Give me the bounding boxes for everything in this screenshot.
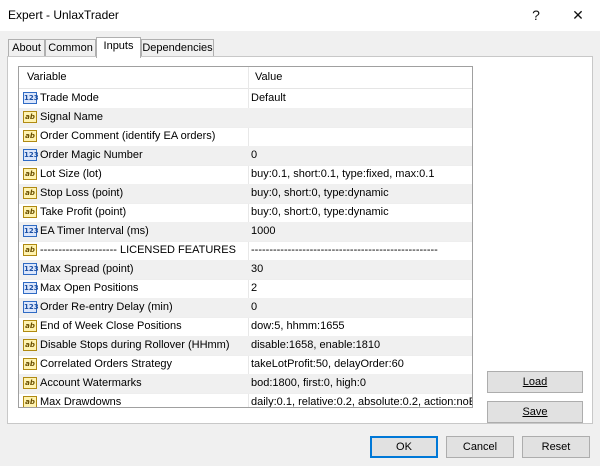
reset-button[interactable]: Reset: [522, 436, 590, 458]
table-row[interactable]: ab --------------------- LICENSED FEATURE…: [19, 241, 472, 261]
tab-common[interactable]: Common: [45, 39, 96, 57]
value-cell[interactable]: buy:0, short:0, type:dynamic: [251, 187, 389, 199]
variable-cell: Max Open Positions: [40, 282, 139, 294]
title-bar: Expert - UnlaxTrader ? ✕: [0, 0, 600, 31]
numeric-type-icon: 123: [23, 282, 39, 294]
variable-cell: End of Week Close Positions: [40, 320, 182, 332]
load-button[interactable]: Load: [487, 371, 583, 393]
variable-cell: Signal Name: [40, 111, 103, 123]
numeric-type-icon: 123: [23, 92, 39, 104]
table-row[interactable]: 123 Max Open Positions 2: [19, 279, 472, 299]
tab-dependencies[interactable]: Dependencies: [141, 39, 214, 57]
table-row[interactable]: ab Correlated Orders Strategy takeLotProfi…: [19, 355, 472, 375]
table-row[interactable]: ab Take Profit (point) buy:0, short:0, typ…: [19, 203, 472, 223]
inputs-table: Variable Value 123 Trade Mode Default ab Sig…: [18, 66, 473, 408]
variable-cell: EA Timer Interval (ms): [40, 225, 149, 237]
table-row[interactable]: ab End of Week Close Positions dow:5, hhmm…: [19, 317, 472, 337]
load-label: Load: [522, 376, 548, 388]
string-type-icon: ab: [23, 244, 37, 256]
table-row[interactable]: 123 Order Re-entry Delay (min) 0: [19, 298, 472, 318]
table-row[interactable]: ab Stop Loss (point) buy:0, short:0, type:…: [19, 184, 472, 204]
value-cell[interactable]: ----------------------------------------…: [251, 244, 438, 256]
value-cell[interactable]: Default: [251, 92, 286, 104]
variable-cell: Correlated Orders Strategy: [40, 358, 173, 370]
tab-about[interactable]: About: [8, 39, 45, 57]
save-label: Save: [522, 406, 548, 418]
variable-cell: Trade Mode: [40, 92, 99, 104]
string-type-icon: ab: [23, 320, 37, 332]
value-cell[interactable]: buy:0.1, short:0.1, type:fixed, max:0.1: [251, 168, 434, 180]
string-type-icon: ab: [23, 358, 37, 370]
string-type-icon: ab: [23, 187, 37, 199]
variable-cell: Order Magic Number: [40, 149, 143, 161]
string-type-icon: ab: [23, 396, 37, 407]
table-row[interactable]: ab Max Drawdowns daily:0.1, relative:0.2, …: [19, 393, 472, 408]
table-row[interactable]: ab Account Watermarks bod:1800, first:0, h…: [19, 374, 472, 394]
value-cell[interactable]: 0: [251, 301, 257, 313]
value-cell[interactable]: 1000: [251, 225, 275, 237]
table-row[interactable]: 123 EA Timer Interval (ms) 1000: [19, 222, 472, 242]
value-cell[interactable]: 30: [251, 263, 263, 275]
numeric-type-icon: 123: [23, 301, 39, 313]
numeric-type-icon: 123: [23, 225, 39, 237]
string-type-icon: ab: [23, 168, 37, 180]
table-row[interactable]: ab Lot Size (lot) buy:0.1, short:0.1, type…: [19, 165, 472, 185]
column-header-value[interactable]: Value: [255, 71, 282, 83]
variable-cell: Account Watermarks: [40, 377, 142, 389]
ok-button[interactable]: OK: [370, 436, 438, 458]
variable-cell: --------------------- LICENSED FEATURES: [40, 244, 236, 256]
value-cell[interactable]: disable:1658, enable:1810: [251, 339, 380, 351]
save-button[interactable]: Save: [487, 401, 583, 423]
value-cell[interactable]: dow:5, hhmm:1655: [251, 320, 345, 332]
string-type-icon: ab: [23, 130, 37, 142]
table-row[interactable]: ab Order Comment (identify EA orders): [19, 127, 472, 147]
table-row[interactable]: ab Signal Name: [19, 108, 472, 128]
string-type-icon: ab: [23, 206, 37, 218]
table-row[interactable]: ab Disable Stops during Rollover (HHmm) di…: [19, 336, 472, 356]
table-row[interactable]: 123 Max Spread (point) 30: [19, 260, 472, 280]
variable-cell: Max Drawdowns: [40, 396, 122, 408]
value-cell[interactable]: bod:1800, first:0, high:0: [251, 377, 366, 389]
cancel-button[interactable]: Cancel: [446, 436, 514, 458]
column-header-variable[interactable]: Variable: [27, 71, 67, 83]
numeric-type-icon: 123: [23, 149, 39, 161]
close-button[interactable]: ✕: [563, 4, 593, 26]
tab-inputs[interactable]: Inputs: [96, 37, 141, 58]
value-cell[interactable]: buy:0, short:0, type:dynamic: [251, 206, 389, 218]
table-header: Variable Value: [19, 67, 472, 89]
numeric-type-icon: 123: [23, 263, 39, 275]
table-row[interactable]: 123 Order Magic Number 0: [19, 146, 472, 166]
string-type-icon: ab: [23, 377, 37, 389]
expert-properties-dialog: Expert - UnlaxTrader ? ✕ About Common In…: [0, 0, 600, 466]
variable-cell: Take Profit (point): [40, 206, 127, 218]
value-cell[interactable]: 2: [251, 282, 257, 294]
value-cell[interactable]: takeLotProfit:50, delayOrder:60: [251, 358, 404, 370]
variable-cell: Order Comment (identify EA orders): [40, 130, 216, 142]
value-cell[interactable]: 0: [251, 149, 257, 161]
help-button[interactable]: ?: [521, 4, 551, 26]
variable-cell: Stop Loss (point): [40, 187, 124, 199]
string-type-icon: ab: [23, 339, 37, 351]
variable-cell: Disable Stops during Rollover (HHmm): [40, 339, 230, 351]
table-row[interactable]: 123 Trade Mode Default: [19, 89, 472, 109]
variable-cell: Lot Size (lot): [40, 168, 102, 180]
string-type-icon: ab: [23, 111, 37, 123]
value-cell[interactable]: daily:0.1, relative:0.2, absolute:0.2, a…: [251, 396, 472, 407]
window-title: Expert - UnlaxTrader: [8, 8, 119, 22]
variable-cell: Max Spread (point): [40, 263, 134, 275]
variable-cell: Order Re-entry Delay (min): [40, 301, 173, 313]
